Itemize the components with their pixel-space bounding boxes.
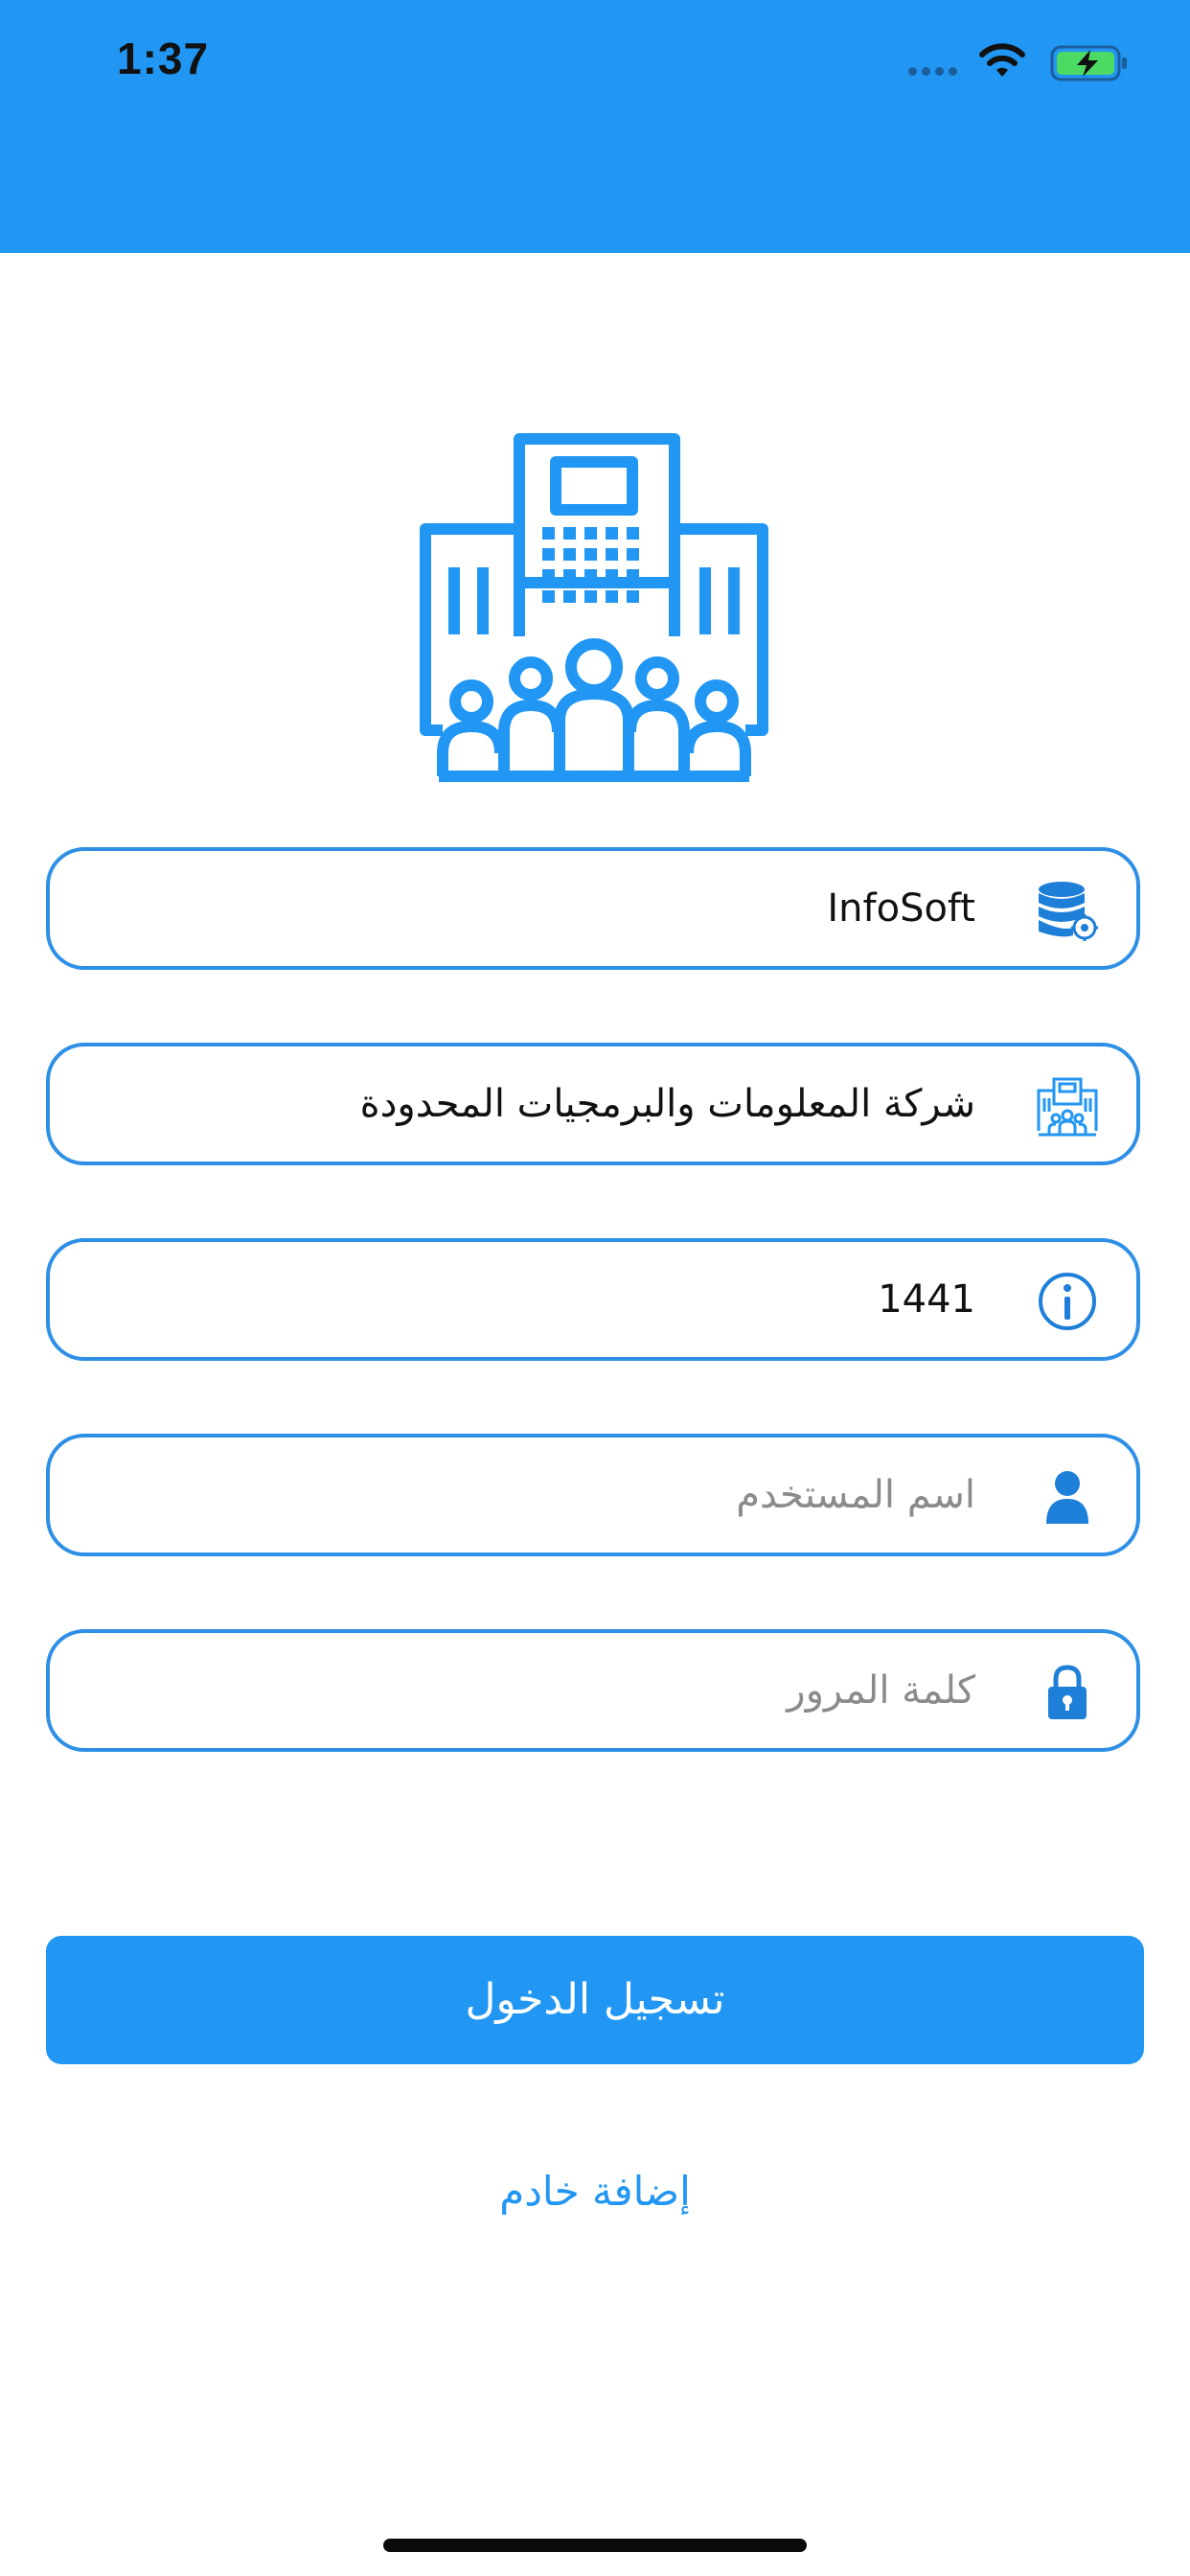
username-field[interactable]: اسم المستخدم xyxy=(46,1434,1140,1556)
battery-charging-icon xyxy=(1050,45,1127,81)
company-value: شركة المعلومات والبرمجيات المحدودة xyxy=(359,1082,975,1126)
lock-icon xyxy=(1048,1665,1087,1719)
password-field[interactable]: كلمة المرور xyxy=(46,1629,1140,1752)
status-time: 1:37 xyxy=(117,34,210,83)
database-gear-icon xyxy=(1039,882,1098,941)
add-server-link[interactable]: إضافة خادم xyxy=(0,2168,1190,2215)
company-building-people-icon xyxy=(420,433,768,782)
year-value: 1441 xyxy=(878,1277,975,1322)
home-indicator[interactable] xyxy=(383,2539,807,2552)
database-value: InfoSoft xyxy=(827,886,975,931)
wifi-icon xyxy=(979,43,1025,77)
signal-dots-icon xyxy=(908,67,964,77)
building-icon xyxy=(1037,1077,1098,1137)
year-field[interactable]: 1441 xyxy=(46,1238,1140,1361)
info-icon xyxy=(1039,1273,1096,1330)
user-icon xyxy=(1046,1471,1088,1524)
app-header: 1:37 xyxy=(0,0,1190,253)
username-placeholder: اسم المستخدم xyxy=(736,1473,975,1517)
login-button[interactable]: تسجيل الدخول xyxy=(46,1936,1144,2064)
database-field[interactable]: InfoSoft xyxy=(46,847,1140,970)
password-placeholder: كلمة المرور xyxy=(787,1668,975,1713)
company-field[interactable]: شركة المعلومات والبرمجيات المحدودة xyxy=(46,1043,1140,1165)
